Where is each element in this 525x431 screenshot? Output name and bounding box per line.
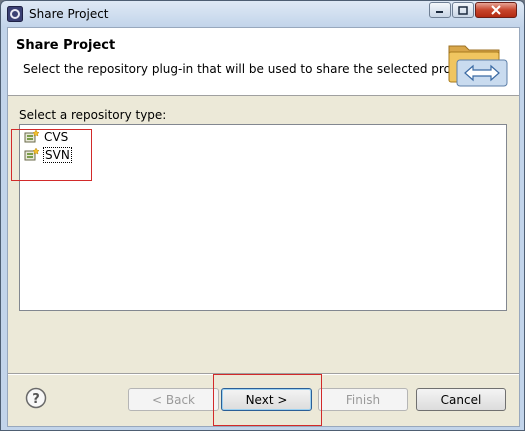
close-icon — [491, 5, 501, 15]
list-item-label: CVS — [44, 130, 69, 144]
minimize-button[interactable] — [429, 2, 451, 18]
title-bar[interactable]: Share Project — [1, 1, 524, 27]
dialog-content: Share Project Select the repository plug… — [7, 27, 520, 427]
repository-icon — [24, 129, 40, 143]
minimize-icon — [436, 11, 443, 13]
maximize-button[interactable] — [452, 2, 474, 18]
list-item-label: SVN — [43, 147, 72, 163]
page-description: Select the repository plug-in that will … — [23, 62, 477, 76]
back-button[interactable]: < Back — [128, 388, 219, 411]
next-button[interactable]: Next > — [221, 388, 312, 411]
close-button[interactable] — [475, 2, 517, 18]
share-project-dialog: Share Project Share Project Select the r… — [0, 0, 525, 431]
window-title: Share Project — [29, 7, 109, 21]
share-project-banner-icon — [448, 45, 508, 87]
eclipse-app-icon — [7, 6, 23, 22]
wizard-header: Share Project Select the repository plug… — [8, 28, 519, 96]
list-item-svn[interactable]: SVN — [24, 146, 72, 164]
repository-icon — [24, 147, 40, 161]
repository-type-list[interactable]: CVS SVN — [19, 124, 507, 311]
page-title: Share Project — [16, 38, 116, 53]
button-bar-separator — [8, 373, 519, 375]
maximize-icon — [458, 5, 468, 15]
svg-text:?: ? — [32, 392, 40, 407]
finish-button[interactable]: Finish — [318, 388, 408, 411]
repository-type-label: Select a repository type: — [19, 108, 167, 122]
list-item-cvs[interactable]: CVS — [24, 128, 69, 146]
cancel-button[interactable]: Cancel — [416, 388, 506, 411]
help-icon[interactable]: ? — [25, 387, 47, 409]
